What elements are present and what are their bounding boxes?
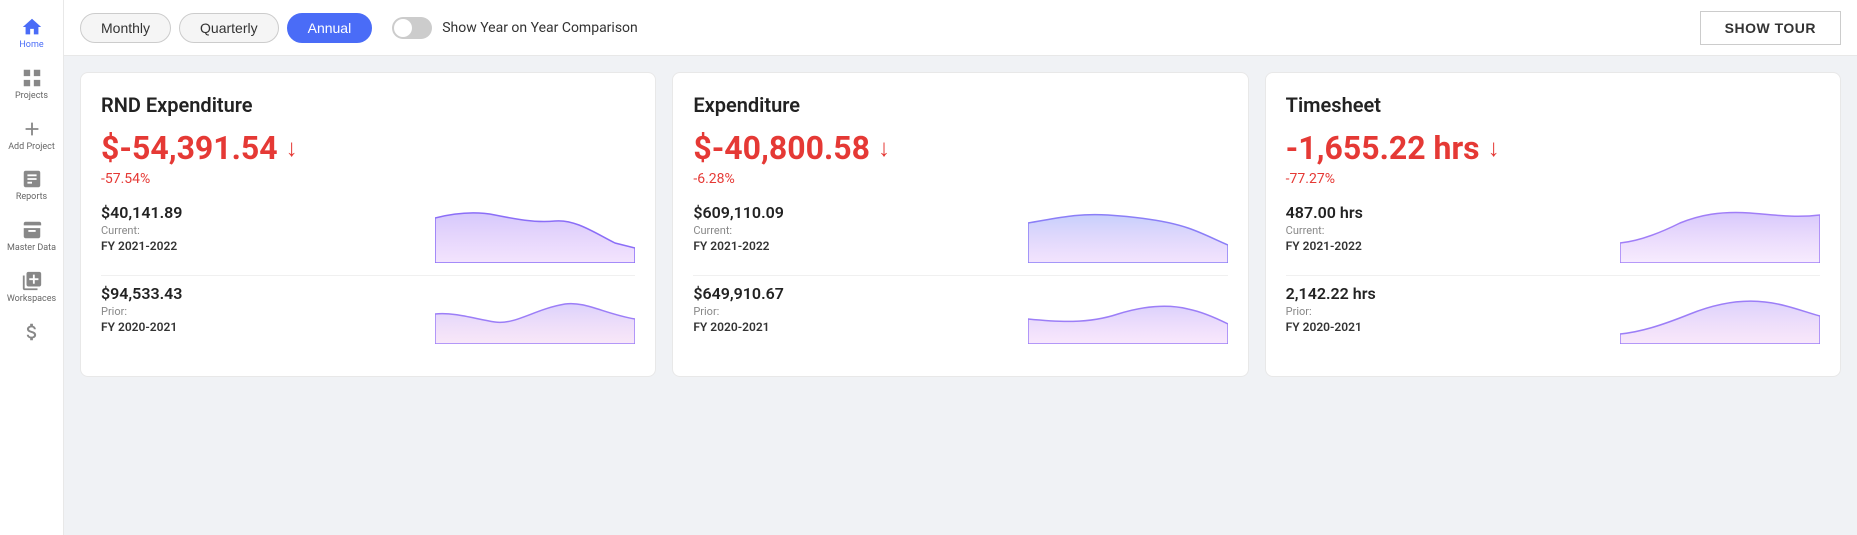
current-period-rnd: FY 2021-2022: [101, 239, 182, 253]
main-content: Monthly Quarterly Annual Show Year on Ye…: [64, 0, 1857, 535]
divider-exp: [693, 275, 1227, 276]
card-main-value-ts: -1,655.22 hrs ↓: [1286, 129, 1820, 167]
card-title-ts: Timesheet: [1286, 93, 1820, 117]
prior-label-ts: Prior:: [1286, 305, 1376, 318]
toggle-label: Show Year on Year Comparison: [442, 20, 638, 36]
tab-quarterly[interactable]: Quarterly: [179, 13, 279, 43]
sidebar-label-master-data: Master Data: [7, 243, 56, 254]
sidebar-item-reports[interactable]: Reports: [0, 160, 63, 211]
dollar-icon: [21, 321, 43, 343]
tab-monthly[interactable]: Monthly: [80, 13, 171, 43]
sidebar-label-projects: Projects: [15, 91, 48, 102]
card-title-exp: Expenditure: [693, 93, 1227, 117]
current-period-ts: FY 2021-2022: [1286, 239, 1363, 253]
prior-value-ts: 2,142.22 hrs: [1286, 284, 1376, 303]
card-prior-section-ts: 2,142.22 hrs Prior: FY 2020-2021: [1286, 284, 1820, 344]
card-expenditure: Expenditure $-40,800.58 ↓ -6.28% $609,11…: [672, 72, 1248, 377]
sidebar-label-workspaces: Workspaces: [7, 294, 56, 305]
topbar: Monthly Quarterly Annual Show Year on Ye…: [64, 0, 1857, 56]
grid-icon: [21, 67, 43, 89]
card-rnd-expenditure: RND Expenditure $-54,391.54 ↓ -57.54% $4…: [80, 72, 656, 377]
card-prior-section-rnd: $94,533.43 Prior: FY 2020-2021: [101, 284, 635, 344]
prior-value-rnd: $94,533.43: [101, 284, 182, 303]
card-timesheet: Timesheet -1,655.22 hrs ↓ -77.27% 487.00…: [1265, 72, 1841, 377]
current-label-ts: Current:: [1286, 224, 1363, 237]
show-tour-button[interactable]: SHOW TOUR: [1700, 11, 1841, 45]
card-current-section-rnd: $40,141.89 Current: FY 2021-2022: [101, 203, 635, 263]
card-prior-section-exp: $649,910.67 Prior: FY 2020-2021: [693, 284, 1227, 344]
current-value-exp: $609,110.09: [693, 203, 784, 222]
current-label-exp: Current:: [693, 224, 784, 237]
prior-value-exp: $649,910.67: [693, 284, 784, 303]
current-period-exp: FY 2021-2022: [693, 239, 784, 253]
prior-chart-rnd: [435, 284, 635, 344]
card-current-section-ts: 487.00 hrs Current: FY 2021-2022: [1286, 203, 1820, 263]
card-title-rnd: RND Expenditure: [101, 93, 635, 117]
down-arrow-ts: ↓: [1488, 134, 1500, 163]
card-percent-ts: -77.27%: [1286, 171, 1820, 187]
tab-annual[interactable]: Annual: [287, 13, 373, 43]
current-label-rnd: Current:: [101, 224, 182, 237]
content-area: RND Expenditure $-54,391.54 ↓ -57.54% $4…: [64, 56, 1857, 535]
prior-period-exp: FY 2020-2021: [693, 320, 784, 334]
plus-icon: [21, 118, 43, 140]
divider-rnd: [101, 275, 635, 276]
prior-chart-exp: [1028, 284, 1228, 344]
current-chart-rnd: [435, 203, 635, 263]
down-arrow-rnd: ↓: [286, 134, 298, 163]
card-main-value-rnd: $-54,391.54 ↓: [101, 129, 635, 167]
current-value-ts: 487.00 hrs: [1286, 203, 1363, 222]
current-value-rnd: $40,141.89: [101, 203, 182, 222]
prior-label-rnd: Prior:: [101, 305, 182, 318]
workspaces-icon: [21, 270, 43, 292]
current-chart-ts: [1620, 203, 1820, 263]
year-on-year-toggle[interactable]: [392, 17, 432, 39]
prior-period-ts: FY 2020-2021: [1286, 320, 1376, 334]
down-arrow-exp: ↓: [878, 134, 890, 163]
sidebar-item-dollar[interactable]: [0, 313, 63, 351]
card-main-value-exp: $-40,800.58 ↓: [693, 129, 1227, 167]
prior-chart-ts: [1620, 284, 1820, 344]
table-icon: [21, 219, 43, 241]
divider-ts: [1286, 275, 1820, 276]
sidebar-item-home[interactable]: Home: [0, 8, 63, 59]
reports-icon: [21, 168, 43, 190]
home-icon: [21, 16, 43, 38]
sidebar-item-workspaces[interactable]: Workspaces: [0, 262, 63, 313]
card-percent-exp: -6.28%: [693, 171, 1227, 187]
current-chart-exp: [1028, 203, 1228, 263]
card-current-section-exp: $609,110.09 Current: FY 2021-2022: [693, 203, 1227, 263]
prior-period-rnd: FY 2020-2021: [101, 320, 182, 334]
sidebar-label-home: Home: [19, 40, 43, 51]
sidebar-label-reports: Reports: [16, 192, 47, 203]
prior-label-exp: Prior:: [693, 305, 784, 318]
sidebar-item-add-project[interactable]: Add Project: [0, 110, 63, 161]
sidebar: Home Projects Add Project Reports Master…: [0, 0, 64, 535]
sidebar-label-add-project: Add Project: [8, 142, 55, 153]
toggle-container: Show Year on Year Comparison: [392, 17, 638, 39]
sidebar-item-master-data[interactable]: Master Data: [0, 211, 63, 262]
card-percent-rnd: -57.54%: [101, 171, 635, 187]
sidebar-item-projects[interactable]: Projects: [0, 59, 63, 110]
cards-row: RND Expenditure $-54,391.54 ↓ -57.54% $4…: [80, 72, 1841, 377]
